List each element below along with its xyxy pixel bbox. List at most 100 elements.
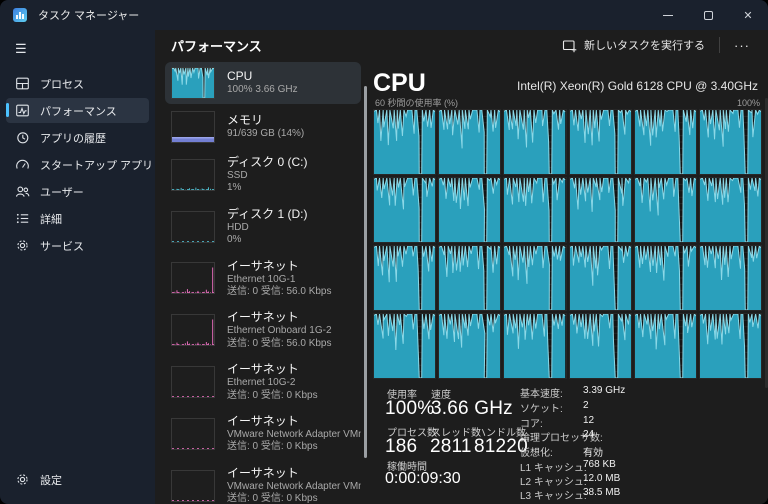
logical-processor-grid <box>373 109 762 379</box>
logical-processor-chart <box>634 177 697 243</box>
hamburger-menu-button[interactable]: ☰ <box>0 36 155 62</box>
performance-list: CPU 100% 3.66 GHz メモリ 91/639 GB (14%) ディ… <box>165 60 361 504</box>
logical-processor-chart <box>699 313 762 379</box>
logical-processor-chart <box>699 177 762 243</box>
perf-item-detail: 送信: 0 受信: 0 Kbps <box>227 390 318 402</box>
perf-item-ethernet-vmnet1[interactable]: イーサネット VMware Network Adapter VMnet1 送信:… <box>165 409 361 459</box>
sidebar-item-settings[interactable]: 設定 <box>6 467 149 492</box>
stat-label: L2 キャッシュ: <box>520 473 583 488</box>
stat-value-uptime: 0:00:09:30 <box>385 470 461 488</box>
ethernet-sparkline <box>171 418 215 450</box>
perf-item-detail: VMware Network Adapter VMnet1 <box>227 429 355 441</box>
sidebar-item-label: スタートアップ アプリ <box>40 157 153 173</box>
stat-value: 12 <box>583 415 594 430</box>
details-icon <box>15 211 30 226</box>
sidebar-item-label: 詳細 <box>40 211 62 227</box>
perf-item-ethernet-vmnet8[interactable]: イーサネット VMware Network Adapter VMnet8 送信:… <box>165 461 361 504</box>
sidebar-item-services[interactable]: サービス <box>6 233 149 258</box>
ethernet-sparkline <box>171 262 215 294</box>
stat-value-threads: 2811 <box>430 436 472 458</box>
sidebar-item-label: ユーザー <box>40 184 84 200</box>
maximize-button[interactable] <box>688 0 728 30</box>
logical-processor-chart <box>373 177 436 243</box>
perf-item-title: イーサネット <box>227 414 355 429</box>
services-icon <box>15 238 30 253</box>
sidebar-item-performance[interactable]: パフォーマンス <box>6 98 149 123</box>
perf-item-detail: HDD <box>227 222 308 234</box>
perf-item-detail: Ethernet Onboard 1G-2 <box>227 325 332 337</box>
perf-item-title: イーサネット <box>227 310 332 325</box>
perf-item-ethernet-10g-2[interactable]: イーサネット Ethernet 10G-2 送信: 0 受信: 0 Kbps <box>165 357 361 407</box>
stat-value-processes: 186 <box>385 436 417 458</box>
maximize-icon <box>704 11 713 20</box>
logical-processor-chart <box>438 109 501 175</box>
logical-processor-chart <box>634 109 697 175</box>
perf-item-detail: 送信: 0 受信: 0 Kbps <box>227 441 355 453</box>
logical-processor-chart <box>569 109 632 175</box>
perf-item-disk0[interactable]: ディスク 0 (C:) SSD 1% <box>165 150 361 200</box>
perf-item-memory[interactable]: メモリ 91/639 GB (14%) <box>165 106 361 148</box>
sidebar-item-processes[interactable]: プロセス <box>6 71 149 96</box>
perf-item-ethernet-onboard-1g-2[interactable]: イーサネット Ethernet Onboard 1G-2 送信: 0 受信: 5… <box>165 305 361 355</box>
sidebar-item-startup-apps[interactable]: スタートアップ アプリ <box>6 152 149 177</box>
sidebar-item-label: プロセス <box>40 76 84 92</box>
close-icon: ✕ <box>743 9 752 22</box>
window-title: タスク マネージャー <box>38 7 648 23</box>
sidebar-nav: プロセス パフォーマンス アプリの履歴 スタートアップ アプリ <box>0 70 155 467</box>
cpu-stats: 使用率 速度 100% 3.66 GHz プロセス数 スレッド数 ハンドル数 1… <box>373 383 762 504</box>
stat-value: 2 <box>583 400 589 415</box>
ethernet-sparkline <box>171 366 215 398</box>
perf-item-detail: 100% 3.66 GHz <box>227 84 298 96</box>
logical-processor-chart <box>373 245 436 311</box>
list-scrollbar[interactable] <box>361 60 371 504</box>
logical-processor-chart <box>569 313 632 379</box>
perf-item-detail: 1% <box>227 182 308 194</box>
sidebar-item-label: パフォーマンス <box>40 103 117 119</box>
sidebar-item-details[interactable]: 詳細 <box>6 206 149 231</box>
logical-processor-chart <box>438 177 501 243</box>
cpu-title: CPU <box>373 71 426 96</box>
scrollbar-thumb[interactable] <box>364 86 367 458</box>
run-new-task-label: 新しいタスクを実行する <box>584 37 705 53</box>
perf-item-detail: VMware Network Adapter VMnet8 <box>227 481 355 493</box>
perf-item-detail: Ethernet 10G-2 <box>227 377 318 389</box>
processes-icon <box>15 76 30 91</box>
close-button[interactable]: ✕ <box>728 0 768 30</box>
perf-item-title: メモリ <box>227 113 304 128</box>
cpu-detail-panel: CPU Intel(R) Xeon(R) Gold 6128 CPU @ 3.4… <box>373 60 768 504</box>
logical-processor-chart <box>503 245 566 311</box>
perf-item-title: イーサネット <box>227 259 332 274</box>
perf-item-detail: 0% <box>227 234 308 246</box>
perf-item-detail: 91/639 GB (14%) <box>227 128 304 140</box>
logical-processor-chart <box>569 245 632 311</box>
sidebar-item-users[interactable]: ユーザー <box>6 179 149 204</box>
sidebar-item-label: アプリの履歴 <box>40 130 106 146</box>
cpu-sparkline <box>171 67 215 99</box>
stat-value: 有効 <box>583 444 603 459</box>
perf-item-detail: 送信: 0 受信: 56.0 Kbps <box>227 286 332 298</box>
ethernet-sparkline <box>171 314 215 346</box>
perf-item-title: ディスク 1 (D:) <box>227 207 308 222</box>
stat-label: ソケット: <box>520 400 583 415</box>
perf-item-disk1[interactable]: ディスク 1 (D:) HDD 0% <box>165 202 361 252</box>
perf-item-detail: 送信: 0 受信: 0 Kbps <box>227 493 355 504</box>
logical-processor-chart <box>438 245 501 311</box>
run-new-task-button[interactable]: 新しいタスクを実行する <box>554 33 713 57</box>
perf-item-ethernet-10g-1[interactable]: イーサネット Ethernet 10G-1 送信: 0 受信: 56.0 Kbp… <box>165 254 361 304</box>
stat-row: 基本速度:3.39 GHz <box>520 385 625 400</box>
more-options-button[interactable]: ··· <box>726 36 758 55</box>
sidebar: ☰ プロセス パフォーマンス アプリの履歴 <box>0 30 155 504</box>
minimize-button[interactable] <box>648 0 688 30</box>
logical-processor-chart <box>699 245 762 311</box>
sidebar-item-app-history[interactable]: アプリの履歴 <box>6 125 149 150</box>
perf-item-title: ディスク 0 (C:) <box>227 155 308 170</box>
sidebar-item-label: サービス <box>40 238 84 254</box>
chart-axis-label: 60 秒間の使用率 (%) <box>375 96 458 109</box>
logical-processor-chart <box>438 313 501 379</box>
task-manager-window: タスク マネージャー ✕ ☰ プロセス パフォーマンス <box>0 0 768 504</box>
perf-item-cpu[interactable]: CPU 100% 3.66 GHz <box>165 62 361 104</box>
stat-label: 論理プロセッサ数: <box>520 429 583 444</box>
memory-sparkline <box>171 111 215 143</box>
stat-label: 基本速度: <box>520 385 583 400</box>
ethernet-sparkline <box>171 470 215 502</box>
